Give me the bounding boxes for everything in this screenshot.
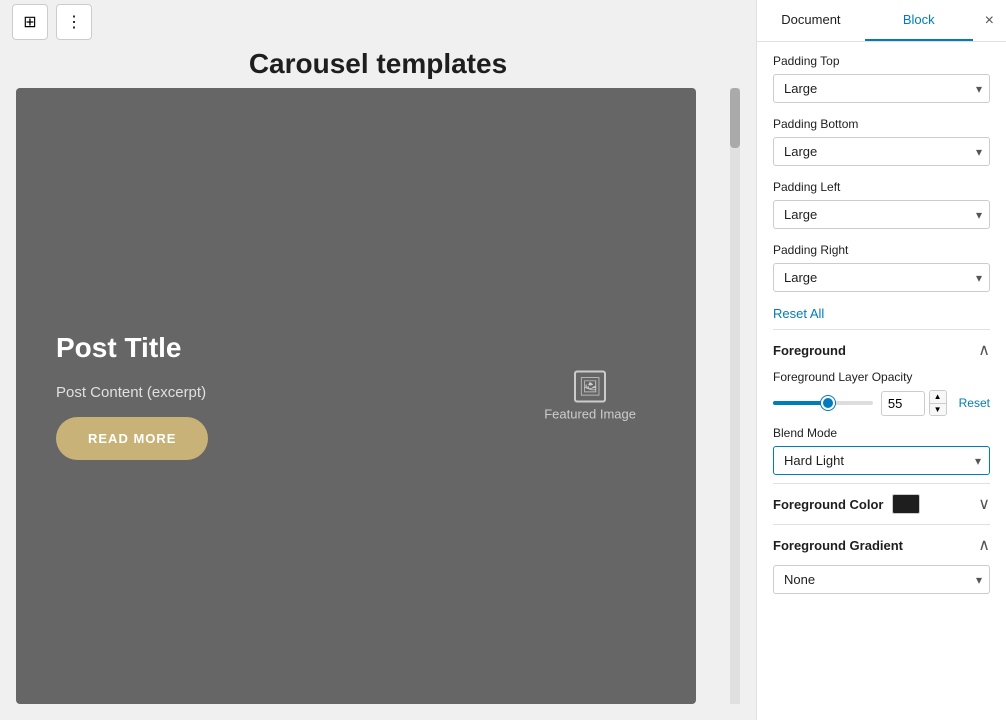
padding-top-label: Padding Top (773, 54, 990, 68)
scroll-thumb (730, 88, 740, 148)
more-icon: ⋮ (66, 12, 82, 32)
padding-left-group: Padding Left Large None Small Medium X-L… (773, 180, 990, 229)
chevron-down-icon: ∨ (978, 494, 990, 514)
sidebar-body: Padding Top Large None Small Medium X-La… (757, 42, 1006, 620)
padding-bottom-select-wrapper: Large None Small Medium X-Large ▾ (773, 137, 990, 166)
opacity-input-group: ▲ ▼ (881, 390, 947, 416)
foreground-gradient-label: Foreground Gradient (773, 538, 903, 553)
opacity-row: ▲ ▼ Reset (773, 390, 990, 416)
blend-mode-select[interactable]: Normal Multiply Screen Overlay Darken Li… (774, 447, 989, 474)
padding-bottom-select[interactable]: Large None Small Medium X-Large (773, 137, 990, 166)
close-button[interactable]: × (973, 0, 1006, 41)
spin-up-button[interactable]: ▲ (930, 391, 946, 403)
sidebar: Document Block × Padding Top Large None … (756, 0, 1006, 720)
opacity-input[interactable] (881, 391, 925, 416)
foreground-color-swatch[interactable] (892, 494, 920, 514)
carousel-content: Post Title Post Content (excerpt) READ M… (56, 332, 208, 460)
featured-image-label: Featured Image (544, 407, 636, 422)
padding-top-group: Padding Top Large None Small Medium X-La… (773, 54, 990, 103)
padding-right-select-wrapper: Large None Small Medium X-Large ▾ (773, 263, 990, 292)
foreground-gradient-section-header[interactable]: Foreground Gradient ∧ (773, 524, 990, 565)
tab-block[interactable]: Block (865, 0, 973, 41)
slider-thumb (821, 396, 835, 410)
padding-bottom-label: Padding Bottom (773, 117, 990, 131)
featured-image-area: 🖼 Featured Image (544, 371, 636, 422)
page-title: Carousel templates (0, 44, 756, 88)
gradient-select-wrapper: None ▾ (773, 565, 990, 594)
padding-top-select[interactable]: Large None Small Medium X-Large (773, 74, 990, 103)
foreground-section-content: Foreground Layer Opacity ▲ ▼ Reset Blend… (773, 370, 990, 483)
reset-all-link[interactable]: Reset All (773, 306, 990, 321)
foreground-color-left: Foreground Color (773, 494, 920, 514)
opacity-spinners: ▲ ▼ (929, 390, 947, 416)
gradient-select[interactable]: None (773, 565, 990, 594)
grid-icon: ⊞ (23, 12, 36, 32)
padding-left-select[interactable]: Large None Small Medium X-Large (773, 200, 990, 229)
post-excerpt: Post Content (excerpt) (56, 384, 208, 401)
foreground-section-header[interactable]: Foreground ∧ (773, 329, 990, 370)
slider-fill (773, 401, 828, 405)
more-options-button[interactable]: ⋮ (56, 4, 92, 40)
image-icon: 🖼 (574, 371, 606, 403)
carousel-block: Post Title Post Content (excerpt) READ M… (16, 88, 696, 704)
padding-right-group: Padding Right Large None Small Medium X-… (773, 243, 990, 292)
grid-view-button[interactable]: ⊞ (12, 4, 48, 40)
opacity-label: Foreground Layer Opacity (773, 370, 990, 384)
opacity-slider-track[interactable] (773, 401, 873, 405)
gradient-value-group: None ▾ (773, 565, 990, 594)
blend-mode-select-wrapper: Normal Multiply Screen Overlay Darken Li… (773, 446, 990, 475)
padding-bottom-group: Padding Bottom Large None Small Medium X… (773, 117, 990, 166)
chevron-up-icon: ∧ (978, 535, 990, 555)
foreground-color-label: Foreground Color (773, 497, 884, 512)
foreground-color-section-header[interactable]: Foreground Color ∨ (773, 483, 990, 524)
read-more-button[interactable]: READ MORE (56, 417, 208, 460)
padding-top-select-wrapper: Large None Small Medium X-Large ▾ (773, 74, 990, 103)
padding-right-select[interactable]: Large None Small Medium X-Large (773, 263, 990, 292)
sidebar-tabs: Document Block × (757, 0, 1006, 42)
blend-mode-label: Blend Mode (773, 426, 990, 440)
opacity-reset-link[interactable]: Reset (959, 396, 990, 410)
tab-document[interactable]: Document (757, 0, 865, 41)
spin-down-button[interactable]: ▼ (930, 403, 946, 415)
post-title: Post Title (56, 332, 208, 364)
padding-left-label: Padding Left (773, 180, 990, 194)
padding-left-select-wrapper: Large None Small Medium X-Large ▾ (773, 200, 990, 229)
padding-right-label: Padding Right (773, 243, 990, 257)
chevron-up-icon: ∧ (978, 340, 990, 360)
foreground-section-label: Foreground (773, 343, 846, 358)
scroll-track[interactable] (730, 88, 740, 704)
